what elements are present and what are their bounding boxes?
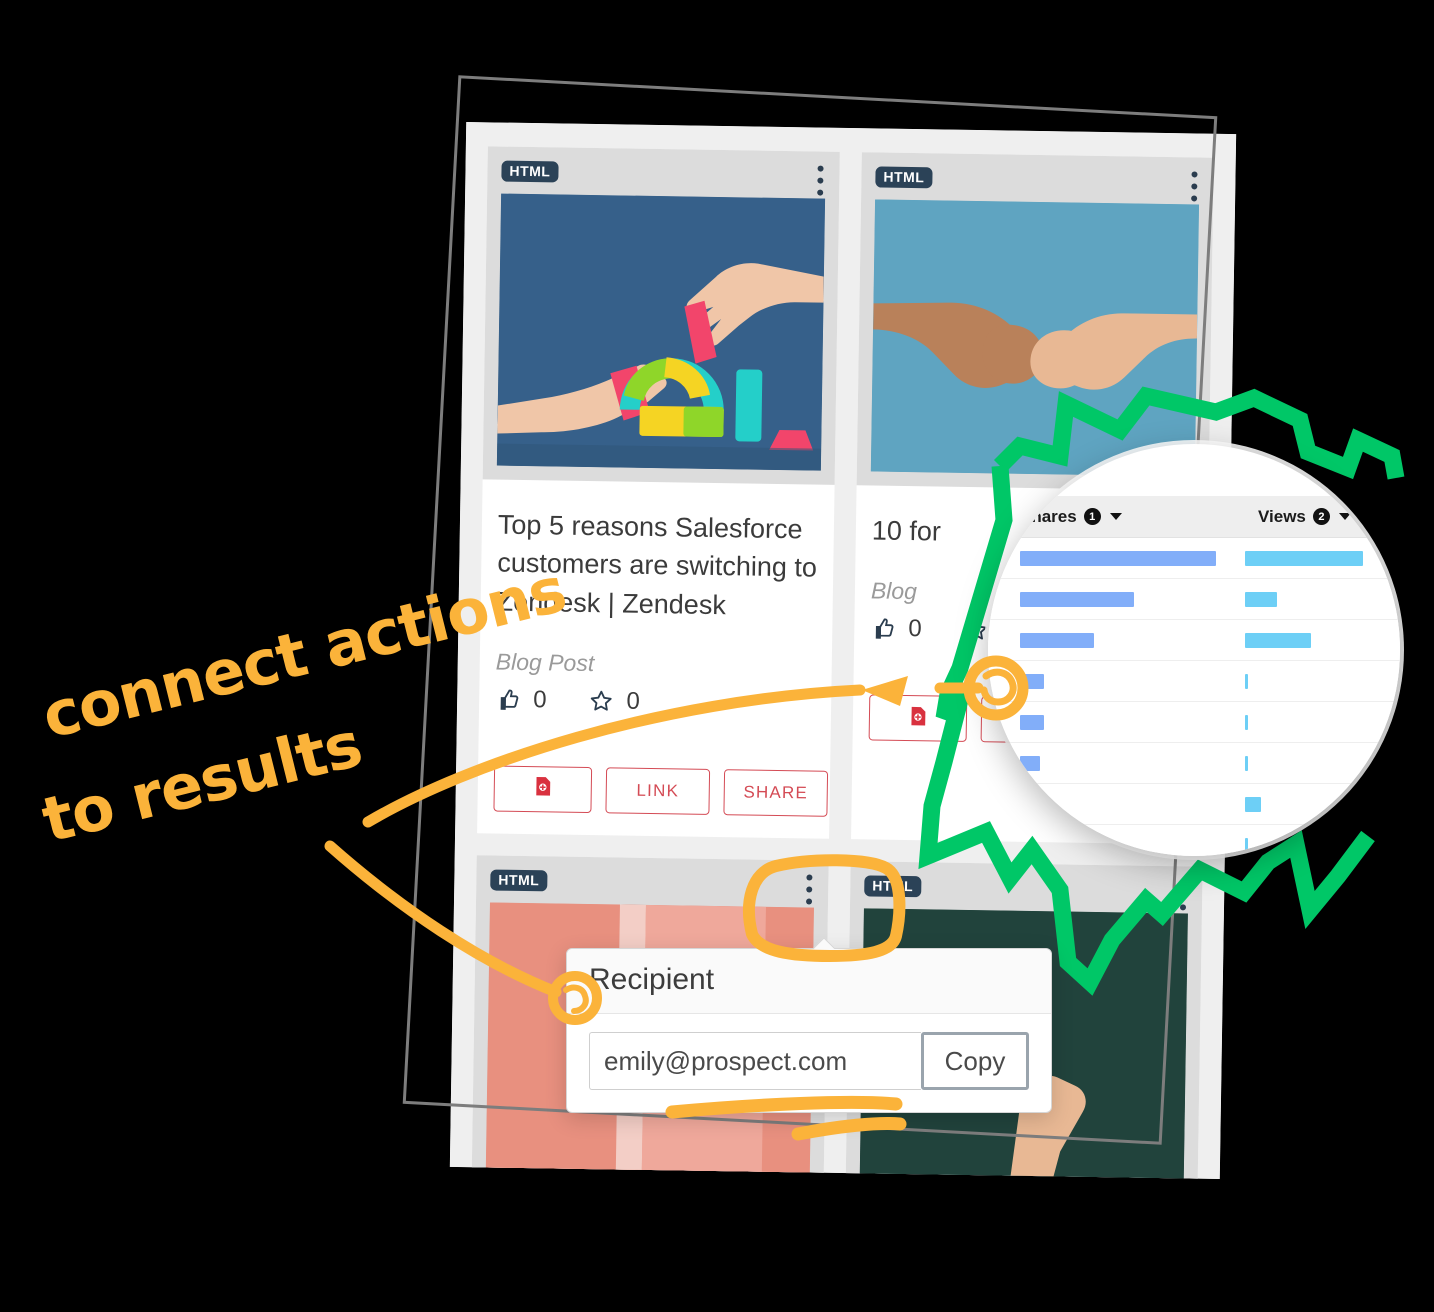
analytics-row[interactable]: [988, 538, 1400, 579]
column-header-views[interactable]: Views 2: [1258, 507, 1351, 527]
chevron-down-icon[interactable]: [1109, 513, 1122, 520]
shares-bar: [1020, 673, 1044, 689]
recipient-popover: Recipient emily@prospect.com Copy: [566, 948, 1052, 1113]
shares-bar: [1020, 632, 1094, 648]
analytics-table: Shares 1 Views 2: [988, 496, 1400, 856]
html-badge: HTML: [875, 166, 933, 189]
shares-cell: [1020, 673, 1245, 689]
html-badge: HTML: [864, 875, 922, 898]
analytics-magnifier: Shares 1 Views 2: [988, 444, 1400, 856]
star-icon[interactable]: [963, 617, 989, 643]
chevron-down-icon[interactable]: [1338, 513, 1351, 520]
views-cell: [1244, 837, 1400, 853]
kebab-menu-icon[interactable]: [1179, 880, 1186, 911]
star-icon[interactable]: [588, 688, 614, 714]
kebab-menu-icon[interactable]: [816, 165, 824, 196]
views-bar: [1244, 755, 1248, 771]
link-button[interactable]: LINK: [605, 767, 711, 815]
shares-bar: [1020, 591, 1134, 607]
shares-cell: [1020, 755, 1245, 771]
views-bar: [1244, 714, 1248, 730]
kebab-menu-icon[interactable]: [1190, 171, 1198, 202]
analytics-row[interactable]: [988, 702, 1400, 743]
screenshot-stage: HTML Top 5 reasons Salesforce customers …: [0, 0, 1434, 1312]
document-icon: [532, 776, 554, 803]
analytics-rows: [988, 538, 1400, 856]
popover-body: emily@prospect.com Copy: [567, 1014, 1051, 1112]
views-bar: [1244, 837, 1248, 853]
analytics-row[interactable]: [988, 579, 1400, 620]
views-badge: 2: [1312, 508, 1330, 525]
views-bar: [1244, 550, 1363, 566]
shares-cell: [1020, 714, 1245, 730]
card-thumbnail: [496, 193, 826, 471]
shares-label: Shares: [1020, 506, 1077, 526]
card-media: HTML: [856, 152, 1214, 491]
share-button[interactable]: SHARE: [723, 769, 829, 817]
document-button[interactable]: [493, 765, 593, 814]
shares-cell: [1020, 837, 1245, 853]
kebab-menu-icon[interactable]: [805, 874, 812, 905]
card-stats: 0 0: [495, 686, 815, 719]
views-bar: [1244, 796, 1261, 812]
views-bar: [1244, 591, 1278, 607]
shares-cell: [1020, 796, 1245, 812]
shares-cell: [1020, 591, 1245, 607]
html-badge: HTML: [501, 160, 559, 183]
document-icon: [907, 705, 929, 732]
shares-bar: [1020, 796, 1037, 812]
popover-title: Recipient: [567, 949, 1051, 1014]
views-cell: [1244, 550, 1400, 566]
analytics-row[interactable]: [988, 743, 1400, 784]
recipient-email-input[interactable]: emily@prospect.com: [589, 1032, 921, 1090]
analytics-row[interactable]: [988, 784, 1400, 825]
likes-count: 0: [532, 686, 547, 714]
content-card[interactable]: HTML: [477, 146, 840, 839]
analytics-table-header: Shares 1 Views 2: [988, 496, 1400, 538]
copy-button[interactable]: Copy: [921, 1032, 1029, 1090]
thumbs-up-icon[interactable]: [495, 687, 521, 713]
thumbs-up-icon[interactable]: [870, 616, 896, 642]
analytics-row[interactable]: [988, 661, 1400, 702]
views-bar: [1244, 673, 1248, 689]
card-media: HTML: [482, 146, 840, 485]
document-button[interactable]: [868, 694, 968, 743]
column-header-shares[interactable]: Shares 1: [1020, 507, 1258, 527]
shares-bar: [1020, 714, 1044, 730]
likes-count: 0: [908, 615, 922, 643]
card-thumbnail: [870, 199, 1200, 477]
views-label: Views: [1258, 506, 1306, 526]
shares-badge: 1: [1083, 508, 1101, 525]
views-cell: [1244, 714, 1400, 730]
views-cell: [1244, 632, 1400, 648]
views-bar: [1244, 632, 1311, 648]
views-cell: [1244, 673, 1400, 689]
popover-arrow: [813, 937, 835, 949]
card-type-label: Blog Post: [495, 648, 595, 677]
views-cell: [1244, 591, 1400, 607]
views-cell: [1244, 755, 1400, 771]
views-cell: [1244, 796, 1400, 812]
shares-cell: [1020, 632, 1245, 648]
html-badge: HTML: [490, 869, 548, 892]
stars-count: 0: [626, 687, 641, 715]
card-body: Top 5 reasons Salesforce customers are s…: [477, 479, 835, 838]
shares-cell: [1020, 550, 1245, 566]
analytics-row[interactable]: [988, 825, 1400, 856]
shares-bar: [1020, 837, 1037, 853]
card-actions: LINK SHARE: [493, 765, 829, 839]
analytics-row[interactable]: [988, 620, 1400, 661]
shares-bar: [1020, 755, 1040, 771]
shares-bar: [1020, 550, 1216, 566]
